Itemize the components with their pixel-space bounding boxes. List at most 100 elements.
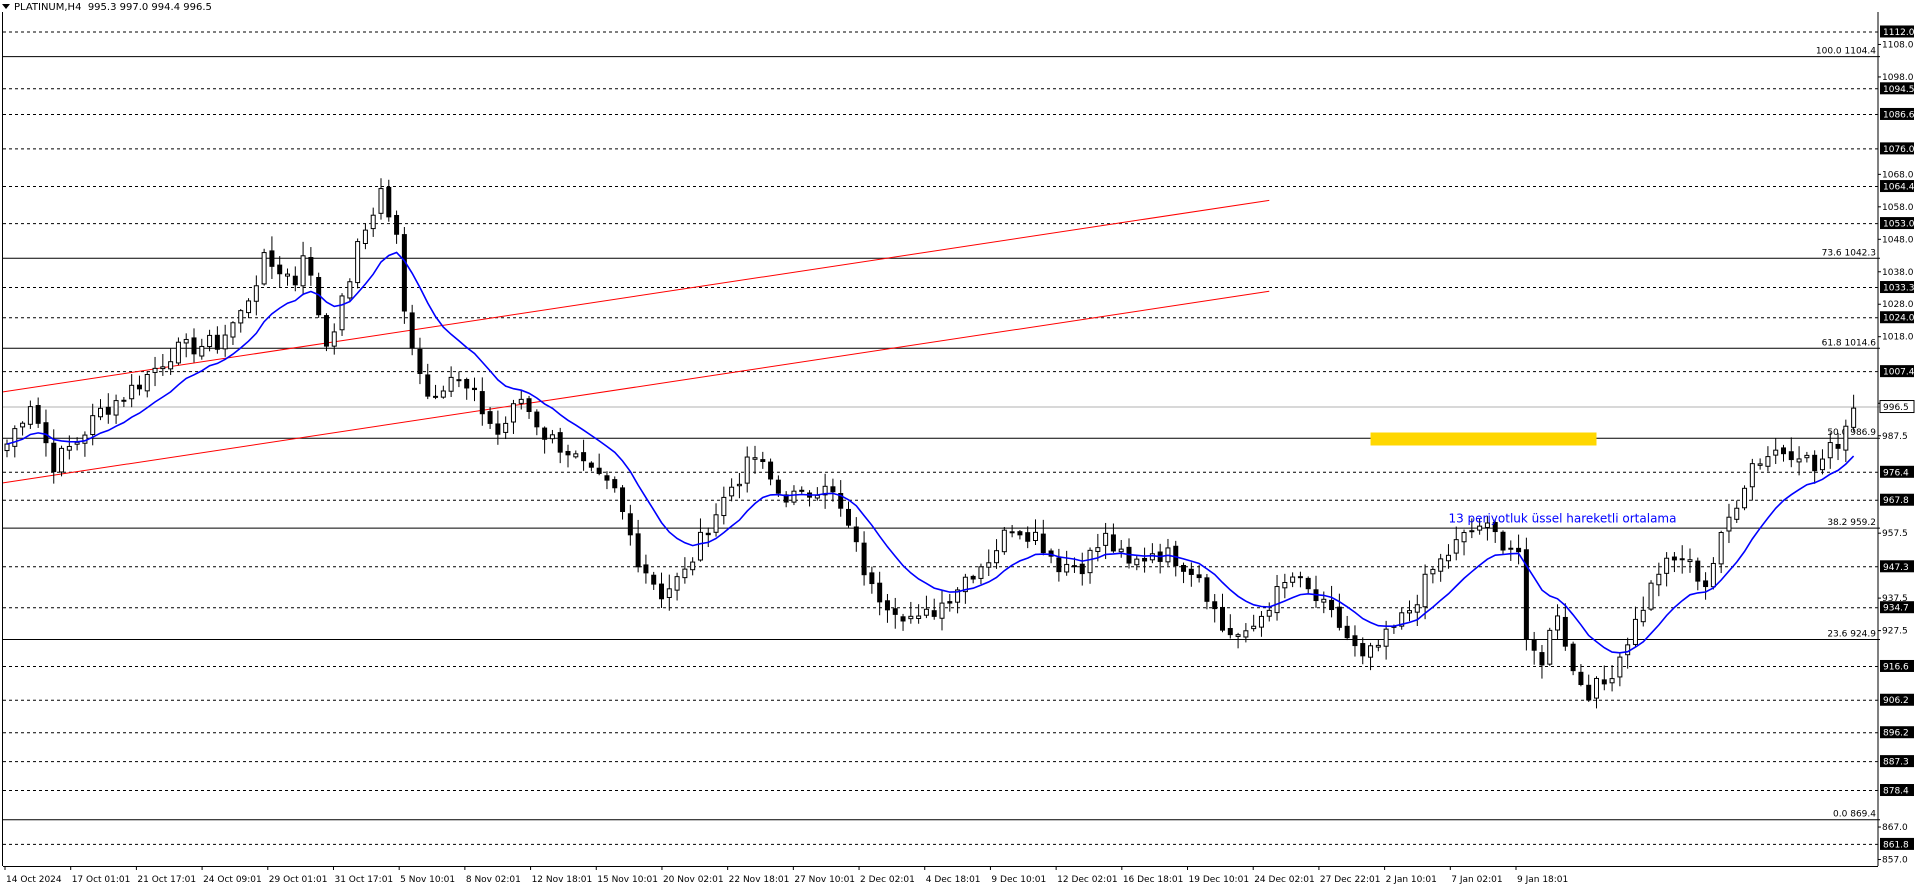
candle-body-up <box>1773 449 1779 456</box>
candle-body-up <box>129 384 135 400</box>
candle-body-up <box>199 345 205 357</box>
candle-body-up <box>1243 630 1249 638</box>
candle-body-down <box>323 315 329 347</box>
candle-body-up <box>90 415 96 436</box>
candle <box>1851 394 1857 432</box>
candle-body-up <box>1757 463 1763 466</box>
candle-body-down <box>1562 616 1568 647</box>
price-label-text: 947.3 <box>1883 563 1909 573</box>
candle-body-down <box>417 348 423 374</box>
candle <box>674 572 680 601</box>
candle-body-down <box>487 411 493 424</box>
x-tick-label: 29 Oct 01:01 <box>269 875 328 885</box>
y-tick-label: 1048.0 <box>1882 235 1914 245</box>
candle <box>1033 519 1038 545</box>
x-tick-label: 8 Nov 02:01 <box>466 875 521 885</box>
candle-body-up <box>4 443 10 452</box>
candle-body-up <box>66 445 72 451</box>
candle <box>1142 547 1148 573</box>
candle-body-up <box>440 390 446 398</box>
candle <box>768 458 774 486</box>
candle <box>565 444 571 468</box>
y-tick-label: 927.5 <box>1882 627 1908 637</box>
candle <box>160 353 166 376</box>
candle <box>729 478 735 502</box>
candle <box>253 275 259 316</box>
y-tick-label: 987.5 <box>1882 432 1908 442</box>
candle-body-down <box>1703 580 1709 588</box>
candle-body-down <box>931 610 937 617</box>
candle <box>66 435 72 460</box>
candle-body-down <box>775 479 781 494</box>
candle <box>1640 596 1646 627</box>
candle-body-down <box>768 461 774 480</box>
candle <box>1266 602 1272 622</box>
fib-label: 23.6 924.9 <box>1827 630 1876 640</box>
candle-body-down <box>588 462 594 468</box>
fib-label: 73.6 1042.3 <box>1822 248 1876 258</box>
candle-body-up <box>1422 573 1428 608</box>
candle <box>1001 526 1007 555</box>
candle <box>285 268 290 286</box>
candle-body-up <box>1718 532 1724 565</box>
candle-body-down <box>433 395 439 398</box>
candle <box>573 450 579 459</box>
x-tick-label: 27 Nov 10:01 <box>794 875 855 885</box>
candle <box>713 503 719 537</box>
candle <box>1165 538 1171 566</box>
candle <box>666 574 672 611</box>
candle <box>1781 444 1786 462</box>
candle <box>1329 585 1335 618</box>
candle <box>643 554 649 584</box>
candle-body-down <box>1531 639 1537 651</box>
x-tick-label: 2 Dec 02:01 <box>860 875 915 885</box>
candle <box>760 451 766 469</box>
candle <box>877 571 883 616</box>
candle <box>775 475 781 497</box>
candle <box>222 324 228 357</box>
candle-body-up <box>1617 656 1623 678</box>
candle <box>479 377 485 426</box>
candle-body-up <box>1282 582 1288 589</box>
candle <box>1539 644 1545 679</box>
candle-body-up <box>1235 634 1241 637</box>
x-tick-label: 21 Oct 17:01 <box>137 875 196 885</box>
candle-body-down <box>472 387 477 391</box>
candle <box>503 416 509 440</box>
candle-body-up <box>1368 645 1374 658</box>
candle-body-up <box>1001 529 1007 553</box>
candle <box>246 298 252 319</box>
candle <box>378 178 384 220</box>
candle-body-up <box>1726 516 1732 532</box>
candle <box>121 397 127 408</box>
candle-body-up <box>378 188 384 214</box>
candle <box>27 400 33 429</box>
candle-body-down <box>1305 577 1311 590</box>
candle-body-up <box>1383 628 1389 647</box>
candle-body-up <box>916 615 922 619</box>
candle-body-up <box>503 422 509 433</box>
candle <box>1749 458 1755 501</box>
x-tick-label: 7 Jan 02:01 <box>1451 875 1502 885</box>
candle-body-up <box>1625 644 1631 656</box>
candle-body-up <box>253 285 259 302</box>
candle-body-up <box>347 281 353 299</box>
candle-body-up <box>160 366 166 370</box>
candle-body-down <box>1781 447 1786 455</box>
candle-body-down <box>1017 531 1023 536</box>
candle <box>487 407 493 429</box>
price-label-text: 967.8 <box>1883 496 1909 506</box>
fibonacci-levels: 100.0 1104.4 73.6 1042.3 61.8 1014.6 50.0 9… <box>3 47 1880 821</box>
candle <box>830 478 836 502</box>
axes: 1108.0 1098.0 1068.0 1058.0 1048.0 1038.0 1028… <box>2 12 1915 885</box>
candle-body-up <box>1103 532 1109 546</box>
candle-body-up <box>690 561 696 571</box>
candle <box>978 563 984 585</box>
candle-body-up <box>682 568 688 579</box>
candle <box>1734 500 1740 523</box>
candle-body-up <box>1430 568 1436 575</box>
candle-body-up <box>666 588 672 598</box>
candle <box>277 256 283 288</box>
candle-body-down <box>1188 568 1194 575</box>
price-chart[interactable]: 100.0 1104.4 73.6 1042.3 61.8 1014.6 50.0 9… <box>0 0 1916 888</box>
